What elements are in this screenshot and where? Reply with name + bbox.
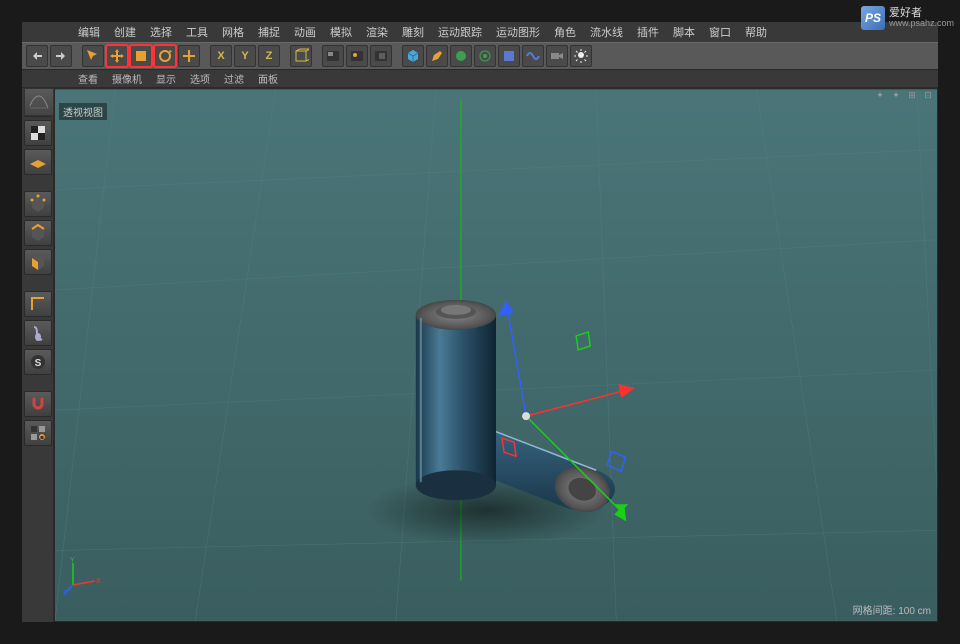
vp-nav-icon-4[interactable]: ⊡: [923, 90, 933, 100]
lock-button[interactable]: [24, 420, 52, 446]
vp-nav-icon-1[interactable]: ✦: [875, 90, 885, 100]
submenu-panel[interactable]: 面板: [252, 70, 284, 87]
menu-animate[interactable]: 动画: [288, 22, 322, 42]
corner-decor-icon: [24, 88, 54, 116]
menu-character[interactable]: 角色: [548, 22, 582, 42]
soft-select-button[interactable]: S: [24, 349, 52, 375]
vp-nav-icon-3[interactable]: ⊞: [907, 90, 917, 100]
menu-snap[interactable]: 捕捉: [252, 22, 286, 42]
primitive-button[interactable]: [402, 45, 424, 67]
viewport-menu-bar: 查看 摄像机 显示 选项 过滤 面板: [22, 70, 938, 88]
deformer-button-2[interactable]: [474, 45, 496, 67]
world-axis-widget: Y X Z: [63, 555, 103, 595]
menu-select[interactable]: 选择: [144, 22, 178, 42]
menu-help[interactable]: 帮助: [739, 22, 773, 42]
coord-system-button[interactable]: [290, 45, 312, 67]
perspective-viewport[interactable]: Y X Z 网格间距: 100 cm: [55, 89, 937, 621]
deformer-button-4[interactable]: [522, 45, 544, 67]
pen-tool-button[interactable]: [426, 45, 448, 67]
x-axis-toggle[interactable]: X: [210, 45, 232, 67]
submenu-cameras[interactable]: 摄像机: [106, 70, 148, 87]
menu-render[interactable]: 渲染: [360, 22, 394, 42]
live-select-button[interactable]: [82, 45, 104, 67]
texture-mode-button[interactable]: [24, 120, 52, 146]
svg-text:X: X: [96, 578, 101, 585]
grid-spacing-status: 网格间距: 100 cm: [853, 602, 931, 617]
menu-pipeline[interactable]: 流水线: [584, 22, 629, 42]
menu-window[interactable]: 窗口: [703, 22, 737, 42]
z-axis-toggle[interactable]: Z: [258, 45, 280, 67]
menu-mesh[interactable]: 网格: [216, 22, 250, 42]
deformer-button-3[interactable]: [498, 45, 520, 67]
render-view-button[interactable]: [322, 45, 344, 67]
y-axis-toggle[interactable]: Y: [234, 45, 256, 67]
main-menu-bar: 编辑 创建 选择 工具 网格 捕捉 动画 模拟 渲染 雕刻 运动跟踪 运动图形 …: [22, 22, 938, 42]
menu-simulate[interactable]: 模拟: [324, 22, 358, 42]
render-picture-button[interactable]: [346, 45, 368, 67]
redo-button[interactable]: [50, 45, 72, 67]
menu-tools[interactable]: 工具: [180, 22, 214, 42]
viewport-label: 透视视图: [59, 103, 107, 120]
menu-plugins[interactable]: 插件: [631, 22, 665, 42]
submenu-options[interactable]: 选项: [184, 70, 216, 87]
edges-mode-button[interactable]: [24, 220, 52, 246]
scale-tool-button[interactable]: [130, 45, 152, 67]
watermark-url: www.psahz.com: [889, 19, 954, 28]
cylinder-standing: [416, 300, 496, 500]
deformer-button-1[interactable]: [450, 45, 472, 67]
mode-toolbar: S: [22, 88, 54, 622]
tweak-mode-button[interactable]: [24, 320, 52, 346]
snap-toggle-button[interactable]: [24, 391, 52, 417]
menu-create[interactable]: 创建: [108, 22, 142, 42]
workplane-button[interactable]: [24, 149, 52, 175]
rotate-tool-button[interactable]: [154, 45, 176, 67]
camera-button[interactable]: [546, 45, 568, 67]
points-mode-button[interactable]: [24, 191, 52, 217]
menu-mograph[interactable]: 运动图形: [490, 22, 546, 42]
move-tool-button[interactable]: [106, 45, 128, 67]
light-button[interactable]: [570, 45, 592, 67]
menu-script[interactable]: 脚本: [667, 22, 701, 42]
main-toolbar: X Y Z: [22, 42, 938, 70]
submenu-view[interactable]: 查看: [72, 70, 104, 87]
last-tool-button[interactable]: [178, 45, 200, 67]
undo-button[interactable]: [26, 45, 48, 67]
watermark: PS 爱好者 www.psahz.com: [861, 6, 954, 30]
scene-3d: [55, 89, 937, 621]
polygons-mode-button[interactable]: [24, 249, 52, 275]
svg-text:S: S: [35, 358, 42, 369]
svg-text:Y: Y: [70, 557, 75, 564]
vp-nav-icon-2[interactable]: ✦: [891, 90, 901, 100]
svg-text:Z: Z: [63, 590, 68, 595]
submenu-display[interactable]: 显示: [150, 70, 182, 87]
viewport-container: ✦ ✦ ⊞ ⊡ 透视视图: [54, 88, 938, 622]
watermark-logo: PS: [861, 6, 885, 30]
render-settings-button[interactable]: [370, 45, 392, 67]
menu-tracker[interactable]: 运动跟踪: [432, 22, 488, 42]
menu-edit[interactable]: 编辑: [72, 22, 106, 42]
menu-sculpt[interactable]: 雕刻: [396, 22, 430, 42]
submenu-filter[interactable]: 过滤: [218, 70, 250, 87]
axis-mode-button[interactable]: [24, 291, 52, 317]
